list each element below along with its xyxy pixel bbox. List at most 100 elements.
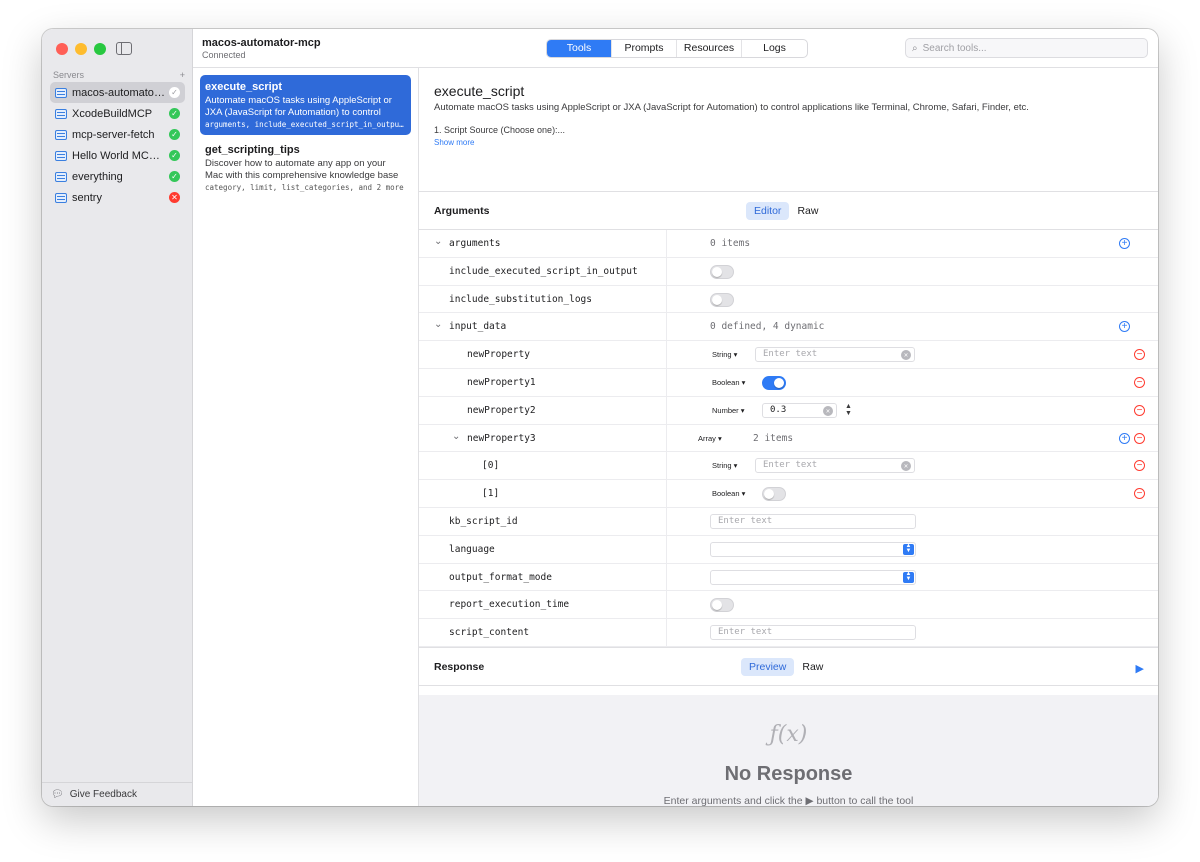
type-select[interactable]: Number ▾ xyxy=(712,406,745,415)
tool-params: category, limit, list_categories, and 2 … xyxy=(205,183,404,192)
param-row-kb-script-id: kb_script_id Enter text xyxy=(419,507,1158,536)
type-select[interactable]: String ▾ xyxy=(712,350,737,359)
toggle-switch[interactable] xyxy=(710,292,734,307)
server-name: XcodeBuildMCP xyxy=(72,107,153,120)
server-item-hello-world[interactable]: Hello World MCP Server ✓ xyxy=(50,145,185,166)
param-name: arguments xyxy=(449,238,501,249)
select-arrow-icon: ▲ ▼ xyxy=(903,543,914,555)
toggle-switch[interactable] xyxy=(762,375,786,390)
speech-bubble-icon: 💬︎ xyxy=(51,789,64,800)
param-value: 2 items xyxy=(753,432,794,444)
number-input[interactable]: 0.3 ✕ xyxy=(762,402,837,418)
type-select[interactable]: Array ▾ xyxy=(698,434,722,443)
tool-description: Automate macOS tasks using AppleScript o… xyxy=(434,102,1029,113)
chevron-down-icon[interactable]: ⌄ xyxy=(434,236,442,247)
type-select[interactable]: Boolean ▾ xyxy=(712,378,745,387)
server-item-everything[interactable]: everything ✓ xyxy=(50,166,185,187)
raw-mode-button[interactable]: Raw xyxy=(789,202,826,220)
remove-icon[interactable]: − xyxy=(1134,432,1145,444)
empty-state-hint: Enter arguments and click the ▶ button t… xyxy=(663,795,914,806)
param-name: [0] xyxy=(482,460,500,472)
tab-tools[interactable]: Tools xyxy=(547,40,612,57)
checkmark-icon: ✓ xyxy=(169,171,180,182)
show-more-link[interactable]: Show more xyxy=(434,138,474,147)
param-name: newProperty1 xyxy=(467,376,536,388)
remove-icon[interactable]: − xyxy=(1134,488,1145,500)
tool-description: Automate macOS tasks using AppleScript o… xyxy=(205,95,392,118)
tool-card-get-scripting-tips[interactable]: get_scripting_tips Discover how to autom… xyxy=(200,138,411,198)
param-value: 0 defined, 4 dynamic xyxy=(710,321,825,333)
checkmark-icon: ✓ xyxy=(169,129,180,140)
param-row-arguments: ⌄ arguments 0 items + xyxy=(419,230,1158,258)
text-input[interactable]: Enter text xyxy=(710,625,916,641)
chevron-down-icon[interactable]: ⌄ xyxy=(452,431,460,442)
add-server-button[interactable]: + xyxy=(180,70,185,80)
tab-logs[interactable]: Logs xyxy=(742,40,807,57)
response-body: ƒ(x) No Response Enter arguments and cli… xyxy=(419,695,1158,806)
clear-icon[interactable]: ✕ xyxy=(823,405,833,416)
editor-mode-button[interactable]: Editor xyxy=(746,202,790,220)
tool-params: arguments, include_executed_script_in_ou… xyxy=(205,120,406,129)
servers-header: Servers + xyxy=(53,70,185,80)
tool-card-execute-script[interactable]: execute_script Automate macOS tasks usin… xyxy=(200,75,411,135)
server-item-macos-automator[interactable]: macos-automator-mcp ✓ xyxy=(50,82,185,103)
param-name: newProperty xyxy=(467,349,530,361)
param-row-report-execution-time: report_execution_time xyxy=(419,591,1158,620)
raw-mode-button[interactable]: Raw xyxy=(794,658,831,676)
arguments-table: ⌄ arguments 0 items + include_executed_s… xyxy=(419,230,1158,647)
server-item-sentry[interactable]: sentry ✕ xyxy=(50,187,185,208)
text-input[interactable]: Enter text ✕ xyxy=(755,458,915,474)
empty-state-title: No Response xyxy=(724,763,853,785)
param-name: [1] xyxy=(482,488,500,500)
toggle-switch[interactable] xyxy=(710,264,734,279)
select-arrow-icon: ▲ ▼ xyxy=(903,571,914,583)
give-feedback-button[interactable]: 💬︎ Give Feedback xyxy=(42,782,193,806)
text-input[interactable]: Enter text ✕ xyxy=(755,347,915,363)
zoom-button[interactable] xyxy=(94,43,106,55)
text-input[interactable]: Enter text xyxy=(710,513,916,529)
server-item-fetch[interactable]: mcp-server-fetch ✓ xyxy=(50,124,185,145)
app-window: Servers + macos-automator-mcp ✓ XcodeBui… xyxy=(42,29,1158,806)
checkmark-icon: ✓ xyxy=(169,108,180,119)
type-select[interactable]: Boolean ▾ xyxy=(712,489,745,498)
search-icon: ⌕ xyxy=(912,42,918,54)
remove-icon[interactable]: − xyxy=(1134,404,1145,416)
language-select[interactable]: ▲ ▼ xyxy=(710,541,916,557)
close-button[interactable] xyxy=(56,43,68,55)
sidebar: Servers + macos-automator-mcp ✓ XcodeBui… xyxy=(42,29,193,806)
chevron-down-icon[interactable]: ⌄ xyxy=(434,319,442,330)
server-list: macos-automator-mcp ✓ XcodeBuildMCP ✓ mc… xyxy=(50,82,185,208)
param-row-script-content: script_content Enter text xyxy=(419,619,1158,647)
remove-icon[interactable]: − xyxy=(1134,460,1145,472)
server-item-xcodebuild[interactable]: XcodeBuildMCP ✓ xyxy=(50,103,185,124)
param-row-new-property1: newProperty1 Boolean ▾ − xyxy=(419,368,1158,397)
tool-detail: execute_script Automate macOS tasks usin… xyxy=(419,68,1158,806)
type-select[interactable]: String ▾ xyxy=(712,461,737,470)
tool-description: Discover how to automate any app on your… xyxy=(205,158,399,181)
tool-name: execute_script xyxy=(205,81,283,93)
clear-icon[interactable]: ✕ xyxy=(901,350,911,361)
param-row-output-format-mode: output_format_mode ▲ ▼ xyxy=(419,563,1158,592)
add-property-icon[interactable]: + xyxy=(1119,321,1130,333)
preview-mode-button[interactable]: Preview xyxy=(741,658,795,676)
play-icon[interactable]: ▶ xyxy=(1136,662,1144,675)
add-item-icon[interactable]: + xyxy=(1119,238,1130,249)
tab-prompts[interactable]: Prompts xyxy=(612,40,677,57)
add-item-icon[interactable]: + xyxy=(1119,432,1130,444)
server-name: everything xyxy=(72,170,123,183)
toggle-switch[interactable] xyxy=(710,598,734,613)
search-input[interactable]: ⌕ Search tools... xyxy=(905,38,1148,58)
param-row-item-0: [0] String ▾ Enter text ✕ − xyxy=(419,452,1158,481)
param-row-new-property3: ⌄ newProperty3 Array ▾ 2 items + − xyxy=(419,424,1158,453)
arguments-header: Arguments Editor Raw xyxy=(419,191,1158,230)
remove-icon[interactable]: − xyxy=(1134,376,1145,388)
clear-icon[interactable]: ✕ xyxy=(901,461,911,472)
toggle-switch[interactable] xyxy=(762,487,786,502)
stepper-icon[interactable]: ▲ ▼ xyxy=(845,403,852,417)
tab-resources[interactable]: Resources xyxy=(677,40,742,57)
sidebar-toggle-icon[interactable] xyxy=(116,42,132,55)
output-format-select[interactable]: ▲ ▼ xyxy=(710,569,916,585)
remove-icon[interactable]: − xyxy=(1134,349,1145,361)
error-x-icon: ✕ xyxy=(169,192,180,203)
minimize-button[interactable] xyxy=(75,43,87,55)
